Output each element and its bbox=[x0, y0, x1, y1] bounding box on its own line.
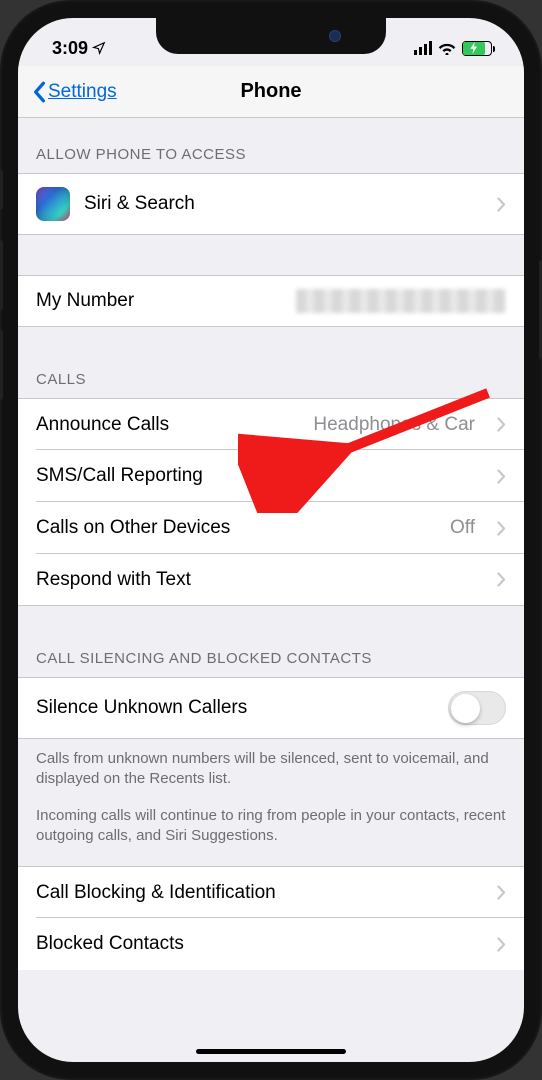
my-number-value-redacted bbox=[296, 289, 506, 313]
location-arrow-icon bbox=[92, 41, 106, 55]
siri-icon bbox=[36, 187, 70, 221]
my-number-label: My Number bbox=[36, 290, 282, 312]
section-header-access: ALLOW PHONE TO ACCESS bbox=[18, 118, 524, 173]
respond-with-text-row[interactable]: Respond with Text bbox=[18, 554, 524, 606]
volume-down-button bbox=[0, 330, 3, 400]
chevron-right-icon bbox=[497, 937, 506, 952]
mute-switch bbox=[0, 170, 3, 210]
cellular-signal-icon bbox=[414, 41, 432, 55]
silence-footer-1: Calls from unknown numbers will be silen… bbox=[18, 739, 524, 796]
my-number-row[interactable]: My Number bbox=[18, 275, 524, 327]
chevron-right-icon bbox=[497, 469, 506, 484]
siri-search-row[interactable]: Siri & Search bbox=[18, 173, 524, 235]
calls-other-devices-value: Off bbox=[450, 517, 475, 539]
announce-calls-value: Headphones & Car bbox=[313, 414, 475, 436]
battery-icon bbox=[462, 41, 492, 56]
chevron-right-icon bbox=[497, 521, 506, 536]
front-camera bbox=[329, 30, 341, 42]
section-header-silencing: CALL SILENCING AND BLOCKED CONTACTS bbox=[18, 606, 524, 677]
chevron-right-icon bbox=[497, 197, 506, 212]
calls-other-devices-row[interactable]: Calls on Other Devices Off bbox=[18, 502, 524, 554]
chevron-right-icon bbox=[497, 885, 506, 900]
siri-label: Siri & Search bbox=[84, 193, 475, 215]
wifi-icon bbox=[438, 41, 456, 55]
announce-calls-label: Announce Calls bbox=[36, 414, 299, 436]
back-button[interactable]: Settings bbox=[32, 81, 117, 103]
status-time: 3:09 bbox=[52, 38, 88, 59]
silence-unknown-row[interactable]: Silence Unknown Callers bbox=[18, 677, 524, 739]
nav-bar: Settings Phone bbox=[18, 66, 524, 118]
calls-other-devices-label: Calls on Other Devices bbox=[36, 517, 436, 539]
chevron-left-icon bbox=[32, 81, 46, 103]
respond-with-text-label: Respond with Text bbox=[36, 569, 475, 591]
back-label: Settings bbox=[48, 81, 117, 103]
content: ALLOW PHONE TO ACCESS Siri & Search My N… bbox=[18, 118, 524, 970]
blocked-contacts-row[interactable]: Blocked Contacts bbox=[18, 918, 524, 970]
toggle-knob bbox=[451, 694, 480, 723]
phone-frame: 3:09 Settings Phone ALLOW PHONE T bbox=[0, 0, 542, 1080]
blocked-contacts-label: Blocked Contacts bbox=[36, 933, 475, 955]
call-blocking-label: Call Blocking & Identification bbox=[36, 882, 475, 904]
silence-footer-2: Incoming calls will continue to ring fro… bbox=[18, 796, 524, 867]
sms-reporting-label: SMS/Call Reporting bbox=[36, 465, 475, 487]
silence-unknown-toggle[interactable] bbox=[448, 691, 506, 725]
page-title: Phone bbox=[240, 80, 301, 103]
notch bbox=[156, 18, 386, 54]
silence-unknown-label: Silence Unknown Callers bbox=[36, 697, 434, 719]
announce-calls-row[interactable]: Announce Calls Headphones & Car bbox=[18, 398, 524, 450]
sms-reporting-row[interactable]: SMS/Call Reporting bbox=[18, 450, 524, 502]
chevron-right-icon bbox=[497, 572, 506, 587]
home-indicator[interactable] bbox=[196, 1049, 346, 1054]
section-header-calls: CALLS bbox=[18, 327, 524, 398]
charging-bolt-icon bbox=[469, 42, 479, 54]
screen: 3:09 Settings Phone ALLOW PHONE T bbox=[18, 18, 524, 1062]
chevron-right-icon bbox=[497, 417, 506, 432]
call-blocking-row[interactable]: Call Blocking & Identification bbox=[18, 866, 524, 918]
volume-up-button bbox=[0, 240, 3, 310]
